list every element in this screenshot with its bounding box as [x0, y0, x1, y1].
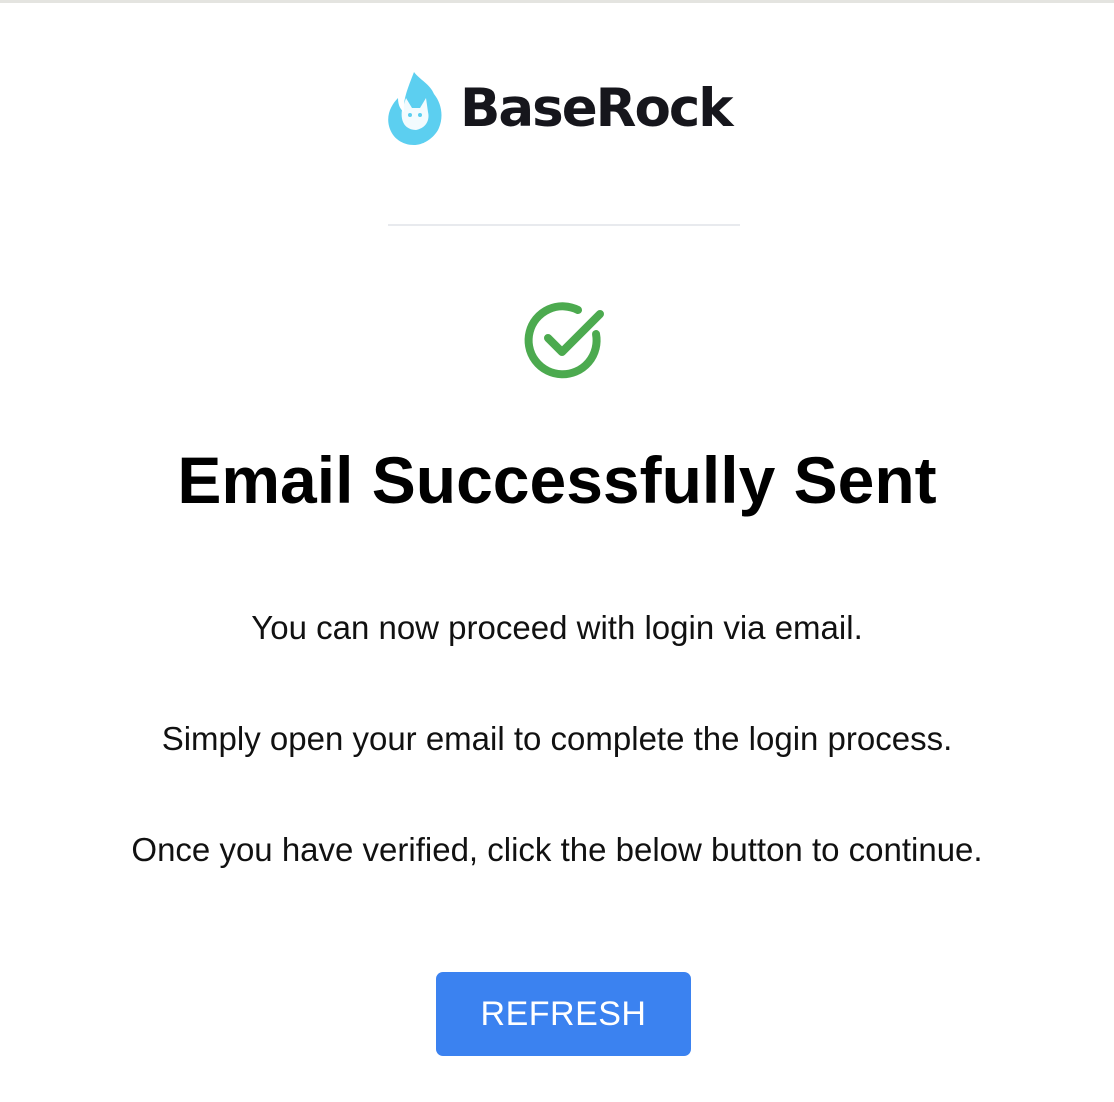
- message-proceed: You can now proceed with login via email…: [251, 609, 863, 646]
- brand-logo: BaseRock: [386, 70, 746, 146]
- fox-flame-code-icon: [388, 72, 442, 145]
- brand-name: BaseRock: [460, 77, 734, 139]
- refresh-button[interactable]: REFRESH: [436, 972, 691, 1056]
- message-open-email: Simply open your email to complete the l…: [161, 720, 953, 757]
- header-divider: [388, 224, 740, 226]
- top-border: [0, 0, 1114, 3]
- check-circle-icon: [524, 302, 604, 379]
- message-continue: Once you have verified, click the below …: [131, 831, 983, 868]
- page-title: Email Successfully Sent: [177, 443, 937, 517]
